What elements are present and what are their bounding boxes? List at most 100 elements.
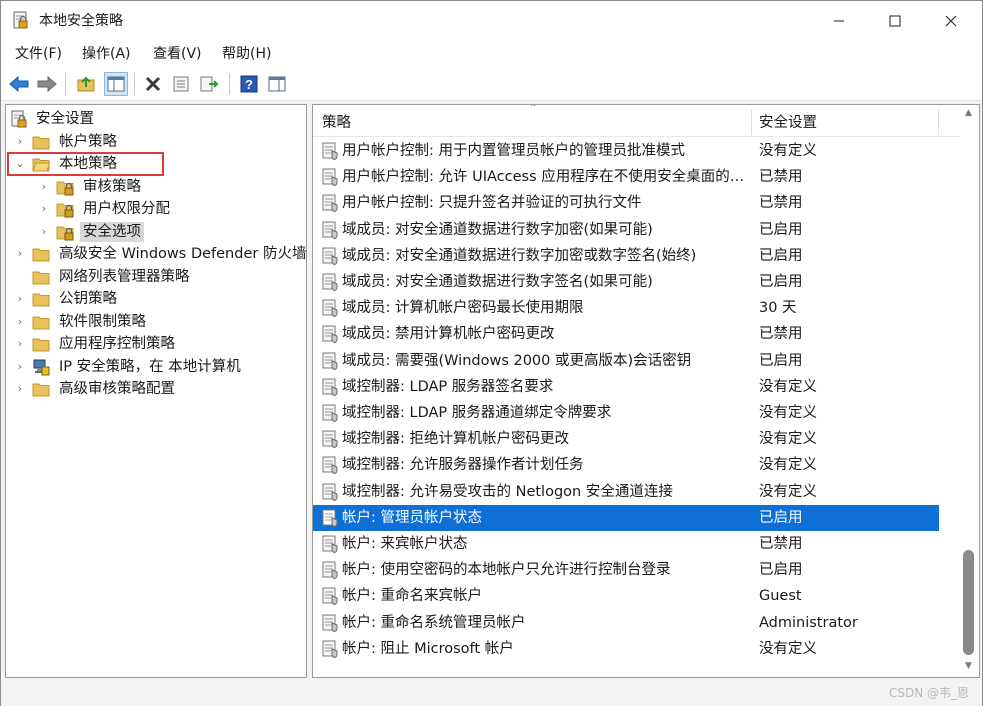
expand-arrow-icon[interactable]: › <box>38 224 50 240</box>
expand-arrow-icon[interactable]: › <box>14 359 26 375</box>
policy-row[interactable]: 帐户: 重命名系统管理员帐户 Administrator <box>313 610 939 636</box>
policy-icon <box>321 273 339 292</box>
policy-name: 域成员: 对安全通道数据进行数字签名(如果可能) <box>342 274 653 290</box>
policy-row[interactable]: 域控制器: 拒绝计算机帐户密码更改 没有定义 <box>313 426 939 452</box>
policy-row[interactable]: 域控制器: LDAP 服务器签名要求 没有定义 <box>313 374 939 400</box>
menu-file[interactable]: 文件(F) <box>15 44 62 64</box>
policy-list: ⌃ 策略 安全设置 用户帐户控制: 用于内置管理员帐户的管理员批准模式 没有定义用… <box>312 104 980 678</box>
close-button[interactable] <box>921 1 981 41</box>
policy-row[interactable]: 域控制器: 允许服务器操作者计划任务 没有定义 <box>313 452 939 478</box>
policy-row[interactable]: 域成员: 对安全通道数据进行数字加密或数字签名(始终) 已启用 <box>313 243 939 269</box>
export-list-button[interactable] <box>197 72 221 96</box>
policy-row[interactable]: 用户帐户控制: 只提升签名并验证的可执行文件 已禁用 <box>313 190 939 216</box>
up-one-level-button[interactable] <box>74 72 98 96</box>
tree-item[interactable]: 安全设置 <box>6 108 306 130</box>
window-title: 本地安全策略 <box>39 13 123 29</box>
tree-item[interactable]: › 高级安全 Windows Defender 防火墙 <box>6 243 306 265</box>
forward-button[interactable] <box>35 72 59 96</box>
tree-item-label: 安全设置 <box>36 111 94 127</box>
delete-button[interactable] <box>141 72 165 96</box>
policy-row[interactable]: 用户帐户控制: 允许 UIAccess 应用程序在不使用安全桌面的情况下提升权限… <box>313 164 939 190</box>
expand-arrow-icon[interactable]: › <box>14 381 26 397</box>
expand-arrow-icon[interactable]: › <box>14 134 26 150</box>
expand-arrow-icon[interactable]: › <box>14 314 26 330</box>
tree-item[interactable]: › 应用程序控制策略 <box>6 333 306 355</box>
policy-row[interactable]: 域成员: 需要强(Windows 2000 或更高版本)会话密钥 已启用 <box>313 348 939 374</box>
list-header: ⌃ 策略 安全设置 <box>313 105 961 137</box>
expand-arrow-icon[interactable]: › <box>38 201 50 217</box>
policy-icon <box>321 352 339 370</box>
column-header-policy[interactable]: 策略 <box>322 113 351 133</box>
local-security-policy-icon <box>13 11 29 31</box>
policy-name: 域成员: 禁用计算机帐户密码更改 <box>342 326 555 343</box>
title-bar: 本地安全策略 <box>1 1 982 41</box>
expand-arrow-icon[interactable]: › <box>14 246 26 262</box>
tree-item[interactable]: 网络列表管理器策略 <box>6 266 306 288</box>
tree-item[interactable]: › 公钥策略 <box>6 288 306 310</box>
policy-icon <box>321 142 339 161</box>
policy-icon <box>321 194 339 213</box>
scroll-up-icon[interactable]: ▲ <box>965 108 972 118</box>
tree-item[interactable]: › IP 安全策略，在 本地计算机 <box>6 356 306 378</box>
expand-arrow-icon[interactable]: › <box>14 291 26 307</box>
column-header-setting[interactable]: 安全设置 <box>759 113 817 133</box>
policy-row[interactable]: 域成员: 对安全通道数据进行数字签名(如果可能) 已启用 <box>313 269 939 295</box>
policy-name: 域成员: 计算机帐户密码最长使用期限 <box>342 300 584 317</box>
folder-icon <box>32 245 50 263</box>
expand-arrow-icon[interactable]: › <box>38 179 50 195</box>
minimize-button[interactable] <box>809 1 869 41</box>
policy-row[interactable]: 帐户: 来宾帐户状态 已禁用 <box>313 531 939 557</box>
policy-name: 域成员: 需要强(Windows 2000 或更高版本)会话密钥 <box>342 352 692 369</box>
policy-icon <box>321 456 339 475</box>
tree-item[interactable]: › 帐户策略 <box>6 131 306 153</box>
scroll-down-icon[interactable]: ▼ <box>965 661 972 671</box>
tree-item[interactable]: › 用户权限分配 <box>6 198 306 220</box>
folder-icon <box>32 290 50 308</box>
policy-name: 域成员: 对安全通道数据进行数字加密或数字签名(始终) <box>342 247 697 264</box>
show-hide-tree-button[interactable] <box>104 72 128 96</box>
policy-row[interactable]: 用户帐户控制: 用于内置管理员帐户的管理员批准模式 没有定义 <box>313 138 939 164</box>
tree-item[interactable]: › 审核策略 <box>6 176 306 198</box>
menu-help[interactable]: 帮助(H) <box>222 44 271 64</box>
policy-row[interactable]: 帐户: 阻止 Microsoft 帐户 没有定义 <box>313 636 939 662</box>
menu-view[interactable]: 查看(V) <box>153 44 202 64</box>
tree-item[interactable]: › 高级审核策略配置 <box>6 378 306 400</box>
policy-name: 域控制器: LDAP 服务器签名要求 <box>342 378 554 395</box>
policy-name: 帐户: 阻止 Microsoft 帐户 <box>342 640 514 657</box>
help-button[interactable]: ? <box>237 72 261 96</box>
policy-row[interactable]: 域控制器: 允许易受攻击的 Netlogon 安全通道连接 没有定义 <box>313 479 939 505</box>
policy-name: 用户帐户控制: 用于内置管理员帐户的管理员批准模式 <box>342 143 685 159</box>
policy-name: 用户帐户控制: 允许 UIAccess 应用程序在不使用安全桌面的情况下提升权限 <box>342 169 747 186</box>
policy-row[interactable]: 域成员: 计算机帐户密码最长使用期限 30 天 <box>313 295 939 321</box>
folder-icon <box>32 133 50 151</box>
policy-row[interactable]: 域成员: 禁用计算机帐户密码更改 已禁用 <box>313 321 939 347</box>
tree-item[interactable]: › 安全选项 <box>6 221 306 243</box>
tree-item-label: IP 安全策略，在 本地计算机 <box>59 358 241 375</box>
column-divider[interactable] <box>938 109 939 135</box>
tree-item-label: 高级审核策略配置 <box>59 381 175 397</box>
properties-button[interactable] <box>169 72 193 96</box>
sort-ascending-icon: ⌃ <box>529 104 538 114</box>
policy-row[interactable]: 帐户: 重命名来宾帐户 Guest <box>313 583 939 609</box>
tree-item[interactable]: › 软件限制策略 <box>6 311 306 333</box>
policy-icon <box>321 483 339 501</box>
policy-row[interactable]: 域控制器: LDAP 服务器通道绑定令牌要求 没有定义 <box>313 400 939 426</box>
export-list-icon <box>200 76 219 92</box>
folder-locked-icon <box>56 223 74 241</box>
policy-icon <box>321 614 339 632</box>
folder-icon <box>32 268 50 286</box>
policy-row[interactable]: 域成员: 对安全通道数据进行数字加密(如果可能) 已启用 <box>313 217 939 243</box>
policy-row[interactable]: 帐户: 管理员帐户状态 已启用 <box>313 504 939 531</box>
maximize-button[interactable] <box>865 1 925 41</box>
expand-arrow-icon[interactable]: › <box>14 336 26 352</box>
folder-locked-icon <box>56 200 74 218</box>
policy-icon <box>321 378 339 396</box>
policy-setting: 已禁用 <box>759 195 803 212</box>
back-button[interactable] <box>7 72 31 96</box>
column-divider[interactable] <box>751 109 752 135</box>
policy-icon <box>321 221 339 239</box>
scrollbar-thumb[interactable] <box>963 550 974 655</box>
policy-row[interactable]: 帐户: 使用空密码的本地帐户只允许进行控制台登录 已启用 <box>313 557 939 583</box>
menu-action[interactable]: 操作(A) <box>82 44 131 64</box>
show-hide-action-pane-button[interactable] <box>265 72 289 96</box>
